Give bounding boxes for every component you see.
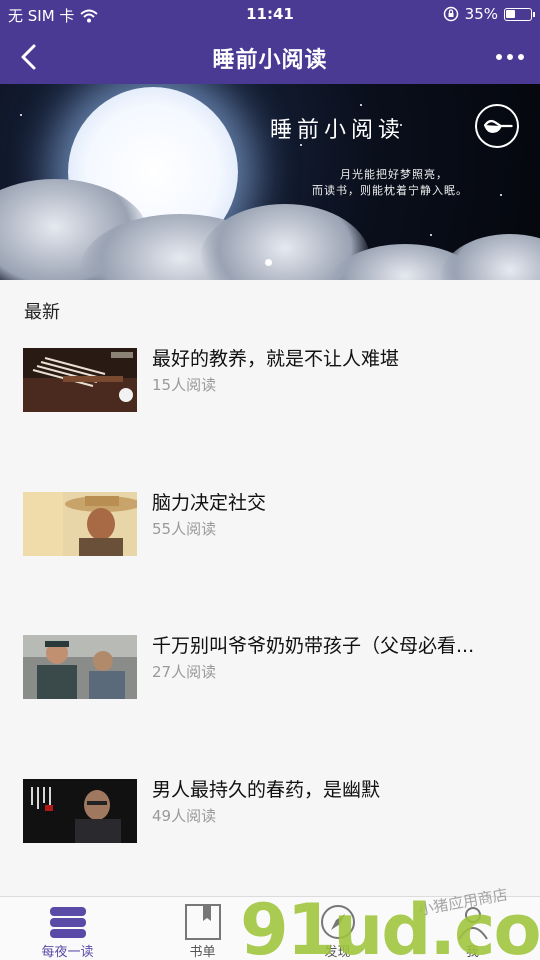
status-bar: 无 SIM 卡 11:41 35% xyxy=(0,0,540,30)
article-read-count: 55人阅读 xyxy=(152,520,217,538)
article-read-count: 27人阅读 xyxy=(152,663,217,681)
banner-line-1: 月光能把好梦照亮， xyxy=(340,168,448,181)
banner-line-2: 而读书，则能枕着宁静入眠。 xyxy=(312,184,468,197)
star xyxy=(500,194,502,196)
tab-nightly-read[interactable]: 每夜一读 xyxy=(0,897,135,960)
article-list-item[interactable]: 千万别叫爷爷奶奶带孩子（父母必看... 27人阅读 xyxy=(0,635,540,735)
battery-percent: 35% xyxy=(464,5,498,23)
nav-bar: 睡前小阅读 xyxy=(0,30,540,84)
tab-label: 发现 xyxy=(324,945,351,960)
article-list-item[interactable]: 男人最持久的春药，是幽默 49人阅读 xyxy=(0,779,540,879)
status-right: 35% xyxy=(443,5,535,23)
article-thumbnail xyxy=(23,492,137,556)
star xyxy=(300,144,302,146)
article-thumbnail xyxy=(23,348,137,412)
book-icon xyxy=(184,904,221,940)
article-read-count: 15人阅读 xyxy=(152,376,217,394)
star xyxy=(360,104,362,106)
article-list-item[interactable]: 最好的教养，就是不让人难堪 15人阅读 xyxy=(0,348,540,448)
more-dot xyxy=(507,54,513,60)
tab-booklist[interactable]: 书单 xyxy=(135,897,270,960)
more-dot xyxy=(518,54,524,60)
star xyxy=(20,114,22,116)
battery-icon xyxy=(504,7,535,21)
tab-label: 书单 xyxy=(189,945,216,960)
tab-me[interactable]: 我 xyxy=(405,897,540,960)
article-title[interactable]: 千万别叫爷爷奶奶带孩子（父母必看... xyxy=(152,631,512,658)
more-options-icon[interactable] xyxy=(494,48,526,66)
article-list-item[interactable]: 脑力决定社交 55人阅读 xyxy=(0,492,540,592)
cloud-image xyxy=(440,234,540,280)
banner-carousel[interactable]: 睡前小阅读 月光能把好梦照亮， 而读书，则能枕着宁静入眠。 xyxy=(0,84,540,280)
stack-icon xyxy=(49,907,86,938)
more-dot xyxy=(496,54,502,60)
page-title: 睡前小阅读 xyxy=(212,48,328,73)
article-read-count: 49人阅读 xyxy=(152,807,217,825)
compass-icon xyxy=(320,905,355,939)
article-title[interactable]: 男人最持久的春药，是幽默 xyxy=(152,775,512,802)
article-title[interactable]: 脑力决定社交 xyxy=(152,488,512,515)
banner-title: 睡前小阅读 xyxy=(270,118,406,143)
tab-label: 每夜一读 xyxy=(41,945,94,960)
star xyxy=(430,234,432,236)
section-title: 最新 xyxy=(24,302,60,323)
article-title[interactable]: 最好的教养，就是不让人难堪 xyxy=(152,344,512,371)
person-icon xyxy=(457,907,488,940)
tab-bar: 每夜一读 书单 发现 我 xyxy=(0,896,540,960)
tab-label: 我 xyxy=(465,945,479,960)
spoon-logo-icon xyxy=(475,104,519,148)
rotation-lock-icon xyxy=(443,6,458,22)
carousel-indicator-dot[interactable] xyxy=(265,259,272,266)
article-thumbnail xyxy=(23,779,137,843)
tab-discover[interactable]: 发现 xyxy=(270,897,405,960)
article-thumbnail xyxy=(23,635,137,699)
